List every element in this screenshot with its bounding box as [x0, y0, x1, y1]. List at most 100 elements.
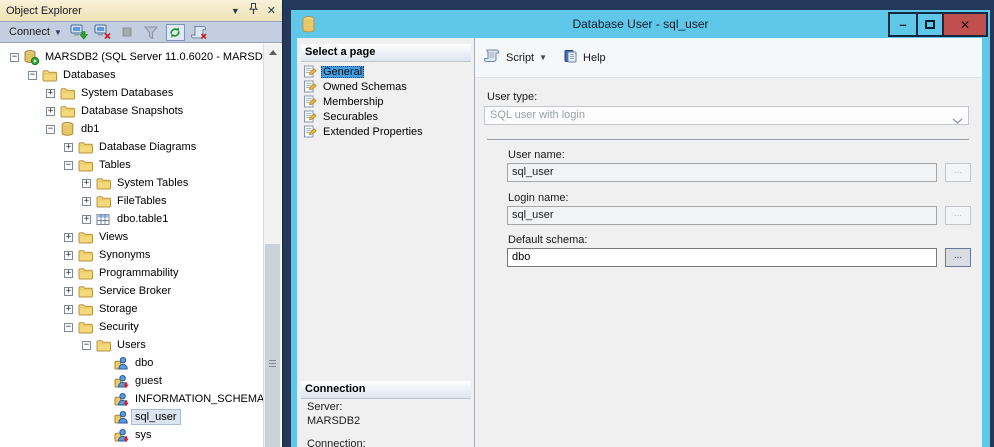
page-item-securables[interactable]: Securables [301, 109, 473, 124]
database-icon [302, 16, 315, 38]
tree-item-databases[interactable]: −Databases [0, 66, 263, 84]
tree-item-tables[interactable]: −Tables [0, 156, 263, 174]
page-item-extended-properties[interactable]: Extended Properties [301, 124, 473, 139]
disconnect-server-icon[interactable] [94, 24, 113, 41]
page-item-label: General [321, 66, 364, 78]
tree-item-views[interactable]: +Views [0, 228, 263, 246]
tree-item-dbo-table1[interactable]: +dbo.table1 [0, 210, 263, 228]
tree-item-programmability[interactable]: + Programmability [0, 264, 263, 282]
close-icon[interactable]: ✕ [267, 6, 276, 16]
connect-button-label: Connect [9, 26, 50, 38]
tree-item-sql-user[interactable]: sql_user [0, 408, 263, 426]
refresh-icon[interactable] [166, 24, 185, 41]
close-button[interactable]: ✕ [942, 12, 988, 37]
tree-item-database-snapshots[interactable]: +Database Snapshots [0, 102, 263, 120]
expand-icon[interactable]: + [64, 305, 73, 314]
user-name-browse-button: ... [945, 163, 971, 182]
tree-item-marsdb2-sql-server-11-0-6020-marsd[interactable]: −MARSDB2 (SQL Server 11.0.6020 - MARSD [0, 48, 263, 66]
chevron-down-icon: ▼ [54, 28, 62, 37]
page-icon [303, 80, 317, 93]
connect-server-icon[interactable] [70, 24, 89, 41]
collapse-icon[interactable]: − [10, 53, 19, 62]
select-a-page-list: GeneralOwned SchemasMembershipSecurables… [301, 64, 473, 139]
scroll-up-button[interactable] [264, 44, 281, 61]
folder-icon [77, 284, 93, 299]
expand-icon[interactable]: + [64, 251, 73, 260]
script-icon [483, 49, 501, 66]
window-position-icon[interactable]: ▼ [231, 6, 240, 16]
login-name-browse-button: ... [945, 206, 971, 225]
script-button[interactable]: Script ▼ [483, 49, 547, 66]
user-name-label: User name: [508, 149, 565, 161]
script-error-icon[interactable] [190, 24, 209, 41]
page-item-owned-schemas[interactable]: Owned Schemas [301, 79, 473, 94]
minimize-button[interactable]: – [888, 12, 918, 37]
tree-item-service-broker[interactable]: +Service Broker [0, 282, 263, 300]
tree-item-dbo[interactable]: dbo [0, 354, 263, 372]
expand-icon[interactable]: + [46, 107, 55, 116]
tree-item-label: Users [114, 338, 149, 352]
object-explorer-titlebar[interactable]: Object Explorer ▼ ✕ [0, 0, 282, 22]
expand-icon[interactable]: + [64, 143, 73, 152]
expand-icon[interactable]: + [64, 233, 73, 242]
table-icon [95, 212, 111, 227]
expand-icon[interactable]: + [82, 179, 91, 188]
tree-item-synonyms[interactable]: +Synonyms [0, 246, 263, 264]
tree-item-db1[interactable]: − db1 [0, 120, 263, 138]
tree-item-sys[interactable]: sys [0, 426, 263, 444]
dialog-toolbar: Script ▼ Help [475, 38, 982, 78]
tree-item-label: System Databases [78, 86, 176, 100]
user-name-field: sql_user [507, 163, 937, 182]
user-type-value: SQL user with login [490, 109, 585, 121]
tree-item-system-databases[interactable]: + System Databases [0, 84, 263, 102]
collapse-icon[interactable]: − [82, 341, 91, 350]
collapse-icon[interactable]: − [64, 161, 73, 170]
page-icon [303, 110, 317, 123]
tree-item-label: System Tables [114, 176, 191, 190]
page-item-general[interactable]: General [301, 64, 473, 79]
tree-item-information-schema[interactable]: INFORMATION_SCHEMA [0, 390, 263, 408]
tree-item-storage[interactable]: +Storage [0, 300, 263, 318]
tree-item-users[interactable]: − Users [0, 336, 263, 354]
tree-item-guest[interactable]: guest [0, 372, 263, 390]
tree-item-label: Security [96, 320, 142, 334]
page-icon [303, 95, 317, 108]
expand-icon[interactable]: + [64, 269, 73, 278]
object-explorer-toolbar: Connect ▼ [0, 22, 282, 43]
tree-item-system-tables[interactable]: + System Tables [0, 174, 263, 192]
maximize-button[interactable] [916, 12, 944, 37]
tree-item-label: guest [132, 374, 165, 388]
server-value: MARSDB2 [307, 414, 360, 428]
chevron-down-icon[interactable]: ▼ [539, 53, 547, 62]
collapse-icon[interactable]: − [46, 125, 55, 134]
auto-hide-pin-icon[interactable] [249, 2, 258, 20]
page-item-membership[interactable]: Membership [301, 94, 473, 109]
object-explorer-tree: −MARSDB2 (SQL Server 11.0.6020 - MARSD−D… [0, 44, 281, 447]
tree-scrollbar[interactable] [263, 44, 281, 447]
tree-item-filetables[interactable]: +FileTables [0, 192, 263, 210]
tree-item-label: db1 [78, 122, 102, 136]
server-icon [23, 50, 39, 65]
collapse-icon[interactable]: − [28, 71, 37, 80]
expand-icon[interactable]: + [82, 215, 91, 224]
page-icon [303, 65, 317, 78]
select-a-page-header: Select a page [301, 44, 471, 62]
tree-item-label: sql_user [132, 410, 180, 424]
tree-item-database-diagrams[interactable]: + Database Diagrams [0, 138, 263, 156]
stop-icon [118, 24, 137, 41]
help-button[interactable]: Help [563, 49, 606, 66]
expand-icon[interactable]: + [64, 287, 73, 296]
dialog-titlebar[interactable]: Database User - sql_user – ✕ [291, 10, 990, 38]
collapse-icon[interactable]: − [64, 323, 73, 332]
scrollbar-thumb[interactable] [265, 244, 280, 447]
default-schema-browse-button[interactable]: ... [945, 248, 971, 267]
tree-item-security[interactable]: − Security [0, 318, 263, 336]
folder-icon [59, 104, 75, 119]
tree-item-label: Database Diagrams [96, 140, 199, 154]
expand-icon[interactable]: + [82, 197, 91, 206]
expand-icon[interactable]: + [46, 89, 55, 98]
default-schema-field[interactable]: dbo [507, 248, 937, 267]
tree-item-label: Programmability [96, 266, 181, 280]
connect-button[interactable]: Connect ▼ [6, 25, 65, 39]
object-explorer-panel: Object Explorer ▼ ✕ Connect ▼ −MARSDB2 (… [0, 0, 283, 447]
